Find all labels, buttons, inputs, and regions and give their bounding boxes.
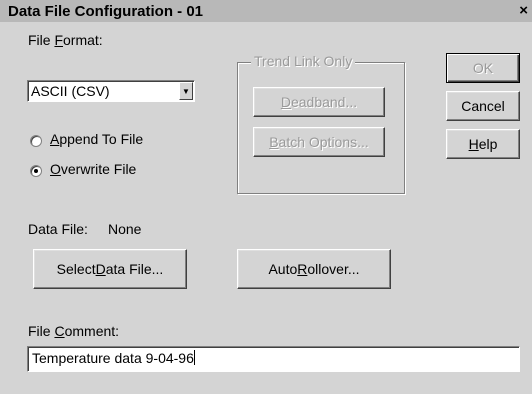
radio-selected-dot bbox=[34, 169, 38, 173]
deadband-button[interactable]: Deadband... bbox=[253, 87, 385, 117]
ok-button[interactable]: OK bbox=[446, 53, 520, 83]
file-format-value: ASCII (CSV) bbox=[31, 83, 110, 99]
overwrite-file-radio[interactable] bbox=[30, 165, 42, 177]
title-bar[interactable]: Data File Configuration - 01 × bbox=[0, 0, 532, 22]
data-file-configuration-dialog: Data File Configuration - 01 × File Form… bbox=[0, 0, 532, 394]
window-title: Data File Configuration - 01 bbox=[8, 3, 204, 20]
cancel-button[interactable]: Cancel bbox=[446, 91, 520, 121]
overwrite-file-label[interactable]: Overwrite File bbox=[50, 161, 136, 177]
text-caret bbox=[193, 350, 195, 365]
data-file-value: None bbox=[108, 221, 142, 237]
append-to-file-label[interactable]: Append To File bbox=[50, 131, 143, 147]
close-icon[interactable]: × bbox=[519, 2, 528, 19]
batch-options-button[interactable]: Batch Options... bbox=[253, 127, 385, 157]
file-format-label: File Format: bbox=[28, 32, 103, 48]
trend-link-group-title: Trend Link Only bbox=[251, 53, 356, 69]
file-comment-input[interactable]: Temperature data 9-04-96 bbox=[27, 346, 520, 372]
file-format-select[interactable]: ASCII (CSV) ▼ bbox=[27, 80, 195, 102]
help-button[interactable]: Help bbox=[446, 129, 520, 159]
file-comment-label: File Comment: bbox=[28, 323, 120, 339]
chevron-down-icon[interactable]: ▼ bbox=[179, 82, 193, 100]
auto-rollover-button[interactable]: Auto Rollover... bbox=[237, 249, 391, 289]
append-to-file-radio[interactable] bbox=[30, 135, 42, 147]
data-file-label: Data File: bbox=[28, 221, 88, 237]
select-data-file-button[interactable]: Select Data File... bbox=[33, 249, 187, 289]
file-comment-value: Temperature data 9-04-96 bbox=[32, 350, 195, 366]
